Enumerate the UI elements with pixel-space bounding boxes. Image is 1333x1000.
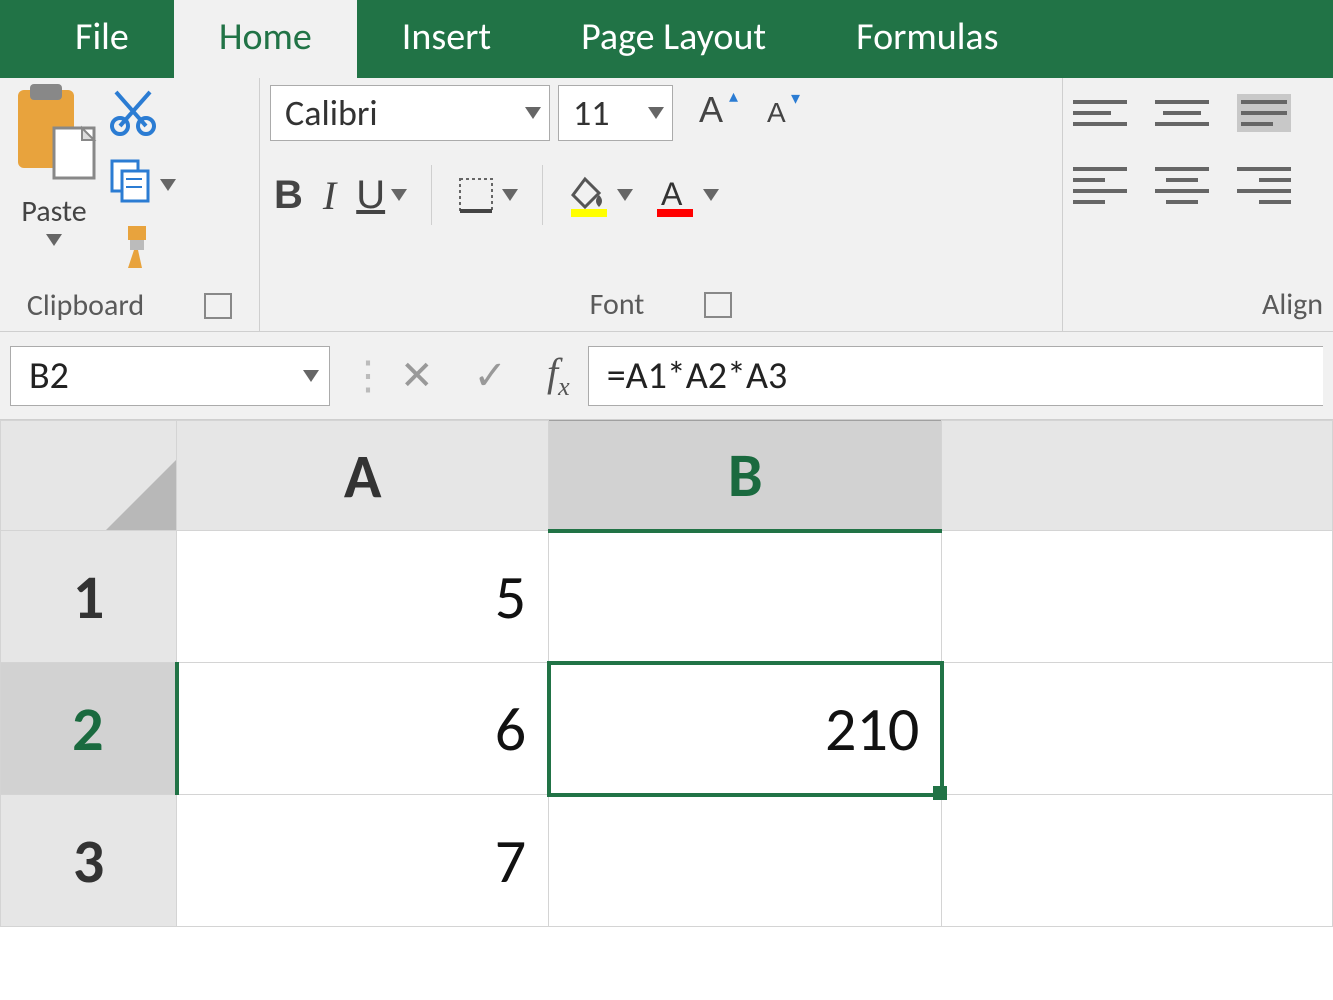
formula-bar-handle-icon[interactable]: ⋮ — [348, 351, 382, 400]
tab-page-layout[interactable]: Page Layout — [536, 0, 811, 78]
row-header-1[interactable]: 1 — [1, 531, 177, 663]
bold-button[interactable]: B — [274, 173, 303, 218]
scissors-icon — [108, 88, 158, 147]
name-box-dropdown-icon[interactable] — [303, 370, 319, 382]
align-bottom-icon[interactable] — [1237, 94, 1291, 132]
cell-b1[interactable] — [549, 531, 942, 663]
formula-input[interactable]: =A1*A2*A3 — [588, 346, 1323, 406]
group-font: Calibri 11 A▴ A▾ B I — [260, 78, 1063, 331]
formula-bar: B2 ⋮ ✕ ✓ fx =A1*A2*A3 — [0, 332, 1333, 420]
align-left-icon[interactable] — [1073, 166, 1127, 204]
separator — [542, 165, 543, 225]
cell-b2[interactable]: 210 — [549, 663, 942, 795]
column-header-a[interactable]: A — [177, 421, 549, 531]
cell-a1[interactable]: 5 — [177, 531, 549, 663]
paste-button[interactable]: Paste — [10, 84, 98, 246]
paste-label: Paste — [21, 193, 86, 230]
borders-button[interactable] — [456, 175, 518, 215]
cell-b2-value: 210 — [825, 691, 919, 767]
clipboard-group-label: Clipboard — [27, 287, 144, 324]
tab-home[interactable]: Home — [174, 0, 357, 78]
increase-font-icon[interactable]: A▴ — [699, 84, 747, 141]
row-header-2[interactable]: 2 — [1, 663, 177, 795]
italic-button[interactable]: I — [323, 172, 336, 219]
worksheet-grid: A B 1 5 2 6 210 3 7 — [0, 420, 1333, 927]
enter-formula-icon[interactable]: ✓ — [474, 351, 508, 400]
font-color-button[interactable]: A — [653, 173, 719, 217]
font-name-combo[interactable]: Calibri — [270, 85, 550, 141]
svg-text:▾: ▾ — [791, 87, 800, 109]
svg-text:A: A — [699, 89, 723, 130]
copy-icon — [108, 157, 154, 212]
tab-formulas[interactable]: Formulas — [811, 0, 1043, 78]
formula-text: =A1*A2*A3 — [607, 353, 788, 399]
group-alignment: Align — [1063, 78, 1333, 331]
svg-text:A: A — [767, 97, 786, 128]
align-center-icon[interactable] — [1155, 166, 1209, 204]
font-name-dropdown-icon[interactable] — [525, 107, 541, 119]
fill-color-button[interactable] — [567, 173, 633, 217]
ribbon: Paste — [0, 78, 1333, 332]
copy-dropdown-icon[interactable] — [160, 179, 176, 191]
align-middle-icon[interactable] — [1155, 94, 1209, 132]
column-header-b[interactable]: B — [549, 421, 942, 531]
tab-file[interactable]: File — [30, 0, 174, 78]
separator — [431, 165, 432, 225]
font-color-dropdown-icon[interactable] — [703, 189, 719, 201]
row-header-3[interactable]: 3 — [1, 795, 177, 927]
decrease-font-icon[interactable]: A▾ — [767, 84, 815, 141]
font-size-value: 11 — [573, 91, 610, 135]
font-name-value: Calibri — [285, 91, 378, 135]
font-size-dropdown-icon[interactable] — [648, 107, 664, 119]
borders-dropdown-icon[interactable] — [502, 189, 518, 201]
align-right-icon[interactable] — [1237, 166, 1291, 204]
select-all-corner[interactable] — [1, 421, 177, 531]
copy-button[interactable] — [108, 157, 176, 212]
group-clipboard: Paste — [0, 78, 260, 331]
fill-handle[interactable] — [933, 786, 947, 800]
cell-a2[interactable]: 6 — [177, 663, 549, 795]
svg-text:▴: ▴ — [729, 85, 738, 107]
font-launcher-icon[interactable] — [704, 292, 732, 318]
name-box-value: B2 — [29, 353, 69, 399]
cell-a3[interactable]: 7 — [177, 795, 549, 927]
cut-button[interactable] — [108, 88, 176, 147]
clipboard-launcher-icon[interactable] — [204, 293, 232, 319]
column-header-next[interactable] — [942, 421, 1333, 531]
clipboard-icon — [10, 84, 98, 189]
ribbon-tab-strip: File Home Insert Page Layout Formulas — [0, 0, 1333, 78]
font-size-combo[interactable]: 11 — [558, 85, 673, 141]
fill-color-dropdown-icon[interactable] — [617, 189, 633, 201]
underline-button[interactable]: U — [356, 173, 407, 218]
cell-c3[interactable] — [942, 795, 1333, 927]
cell-b3[interactable] — [549, 795, 942, 927]
name-box[interactable]: B2 — [10, 346, 330, 406]
tab-insert[interactable]: Insert — [357, 0, 536, 78]
font-group-label: Font — [590, 286, 645, 323]
alignment-group-label: Align — [1262, 286, 1323, 323]
cell-c2[interactable] — [942, 663, 1333, 795]
cancel-formula-icon[interactable]: ✕ — [400, 351, 434, 400]
insert-function-icon[interactable]: fx — [547, 349, 570, 402]
cell-c1[interactable] — [942, 531, 1333, 663]
paste-dropdown-icon[interactable] — [46, 234, 62, 246]
underline-dropdown-icon[interactable] — [391, 189, 407, 201]
svg-text:A: A — [661, 176, 683, 212]
format-painter-button[interactable] — [108, 222, 176, 281]
paintbrush-icon — [108, 222, 158, 281]
align-top-icon[interactable] — [1073, 94, 1127, 132]
